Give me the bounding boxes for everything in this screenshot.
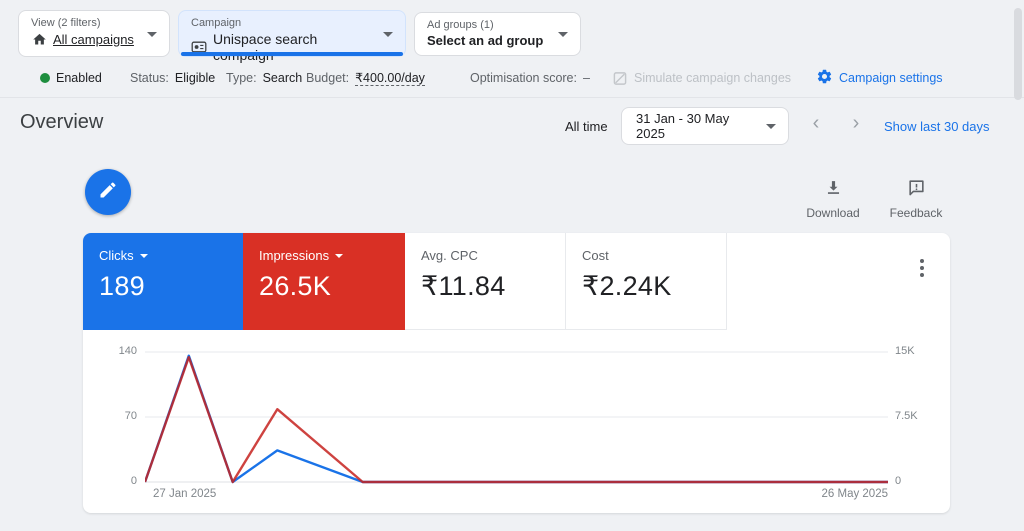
avg-cpc-metric-value: ₹11.84 bbox=[421, 271, 549, 302]
previous-period-button[interactable]: ‹ bbox=[804, 112, 828, 135]
chevron-down-icon bbox=[147, 32, 157, 37]
type-label: Type: bbox=[226, 71, 257, 85]
optimisation-score-field: Optimisation score: – bbox=[470, 66, 590, 90]
simulate-changes-button[interactable]: Simulate campaign changes bbox=[612, 66, 791, 90]
card-more-options-button[interactable] bbox=[916, 255, 928, 281]
left-axis-tick: 0 bbox=[99, 475, 137, 487]
right-axis-tick: 7.5K bbox=[895, 410, 933, 422]
scrollbar-thumb[interactable] bbox=[1014, 8, 1022, 100]
adgroup-selector-label: Ad groups (1) bbox=[427, 19, 552, 31]
view-selector-value: All campaigns bbox=[53, 32, 134, 47]
all-time-label: All time bbox=[565, 119, 608, 134]
budget-value[interactable]: ₹400.00/day bbox=[355, 70, 425, 86]
clicks-metric-label: Clicks bbox=[99, 248, 134, 263]
adgroup-selector[interactable]: Ad groups (1) Select an ad group bbox=[414, 12, 581, 56]
impressions-metric-label: Impressions bbox=[259, 248, 329, 263]
chevron-down-icon bbox=[140, 254, 148, 258]
cost-metric-value: ₹2.24K bbox=[582, 271, 710, 302]
optimisation-value: – bbox=[583, 71, 590, 85]
view-selector-label: View (2 filters) bbox=[31, 17, 141, 29]
metric-avg-cpc[interactable]: Avg. CPC ₹11.84 bbox=[405, 233, 566, 330]
right-axis-tick: 15K bbox=[895, 345, 933, 357]
status-label: Status: bbox=[130, 71, 169, 85]
date-range-selector[interactable]: 31 Jan - 30 May 2025 bbox=[621, 107, 789, 145]
overview-chart-card: Clicks 189 Impressions 26.5K Avg. CPC ₹1… bbox=[83, 233, 950, 513]
campaign-selector[interactable]: Campaign Unispace search compaign bbox=[178, 10, 406, 57]
campaign-status-bar: Enabled Status: Eligible Type: Search Bu… bbox=[0, 66, 1024, 90]
metric-clicks[interactable]: Clicks 189 bbox=[83, 233, 243, 330]
right-axis-tick: 0 bbox=[895, 475, 933, 487]
selected-indicator-bar bbox=[181, 52, 403, 56]
clicks-metric-value: 189 bbox=[99, 271, 227, 302]
divider bbox=[0, 97, 1024, 98]
type-field: Type: Search bbox=[226, 66, 302, 90]
home-icon bbox=[31, 31, 47, 47]
page-title: Overview bbox=[20, 111, 103, 134]
feedback-button[interactable]: Feedback bbox=[884, 178, 948, 220]
view-filter-selector[interactable]: View (2 filters) All campaigns bbox=[18, 10, 170, 57]
google-ads-overview-page: { "toolbar": { "view": { "label": "View … bbox=[0, 0, 1024, 531]
status-value: Eligible bbox=[175, 71, 215, 85]
download-button[interactable]: Download bbox=[801, 178, 865, 220]
chevron-down-icon bbox=[558, 32, 568, 37]
optimisation-label: Optimisation score: bbox=[470, 71, 577, 85]
feedback-label: Feedback bbox=[884, 206, 948, 220]
chevron-down-icon bbox=[383, 32, 393, 37]
overview-chart: 140 70 0 15K 7.5K 0 27 Jan 2025 26 May 2… bbox=[83, 330, 950, 513]
chevron-down-icon bbox=[766, 124, 776, 129]
date-range-value: 31 Jan - 30 May 2025 bbox=[636, 111, 758, 141]
simulate-icon bbox=[612, 70, 628, 86]
simulate-label: Simulate campaign changes bbox=[634, 71, 791, 85]
pencil-icon bbox=[98, 180, 118, 205]
chevron-down-icon bbox=[335, 254, 343, 258]
edit-fab-button[interactable] bbox=[85, 169, 131, 215]
adgroup-selector-value: Select an ad group bbox=[427, 33, 543, 48]
metric-impressions[interactable]: Impressions 26.5K bbox=[243, 233, 405, 330]
gear-icon bbox=[816, 68, 833, 88]
enabled-dot-icon bbox=[40, 73, 50, 83]
budget-field[interactable]: Budget: ₹400.00/day bbox=[306, 66, 425, 90]
download-label: Download bbox=[801, 206, 865, 220]
left-axis-tick: 140 bbox=[99, 345, 137, 357]
show-last-30-days-link[interactable]: Show last 30 days bbox=[884, 119, 990, 134]
cost-metric-label: Cost bbox=[582, 248, 609, 263]
left-axis-tick: 70 bbox=[99, 410, 137, 422]
download-icon bbox=[824, 184, 843, 201]
x-axis-start-label: 27 Jan 2025 bbox=[153, 488, 216, 500]
type-value: Search bbox=[263, 71, 303, 85]
campaign-selector-label: Campaign bbox=[191, 17, 377, 29]
overview-chart-svg bbox=[145, 330, 888, 496]
budget-label: Budget: bbox=[306, 71, 349, 85]
enabled-status[interactable]: Enabled bbox=[40, 66, 102, 90]
metric-cost[interactable]: Cost ₹2.24K bbox=[566, 233, 727, 330]
metric-strip: Clicks 189 Impressions 26.5K Avg. CPC ₹1… bbox=[83, 233, 950, 330]
status-field: Status: Eligible bbox=[130, 66, 215, 90]
campaign-selector-value: Unispace search compaign bbox=[213, 31, 377, 63]
x-axis-end-label: 26 May 2025 bbox=[788, 488, 888, 500]
enabled-label: Enabled bbox=[56, 71, 102, 85]
campaign-settings-label: Campaign settings bbox=[839, 71, 943, 85]
feedback-icon bbox=[907, 184, 926, 201]
next-period-button[interactable]: › bbox=[844, 112, 868, 135]
campaign-settings-button[interactable]: Campaign settings bbox=[816, 66, 943, 90]
avg-cpc-metric-label: Avg. CPC bbox=[421, 248, 478, 263]
impressions-metric-value: 26.5K bbox=[259, 271, 389, 302]
